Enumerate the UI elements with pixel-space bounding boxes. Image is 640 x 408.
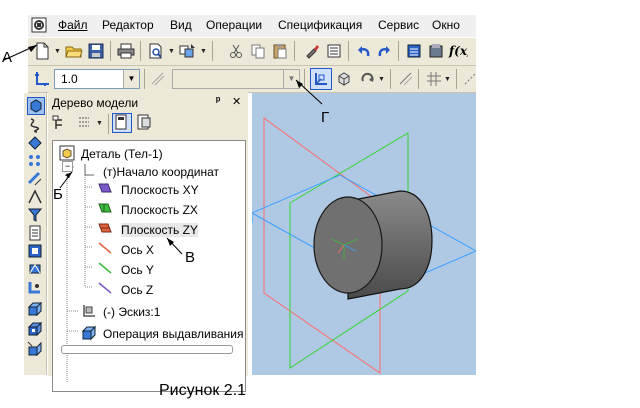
figure-caption: Рисунок 2.1	[159, 382, 247, 399]
annotation-b: Б	[53, 186, 63, 203]
annotation-a: А	[2, 49, 13, 66]
annotation-v: В	[185, 249, 196, 266]
annotation-g: Г	[321, 109, 330, 126]
annotation-arrows	[3, 44, 323, 255]
